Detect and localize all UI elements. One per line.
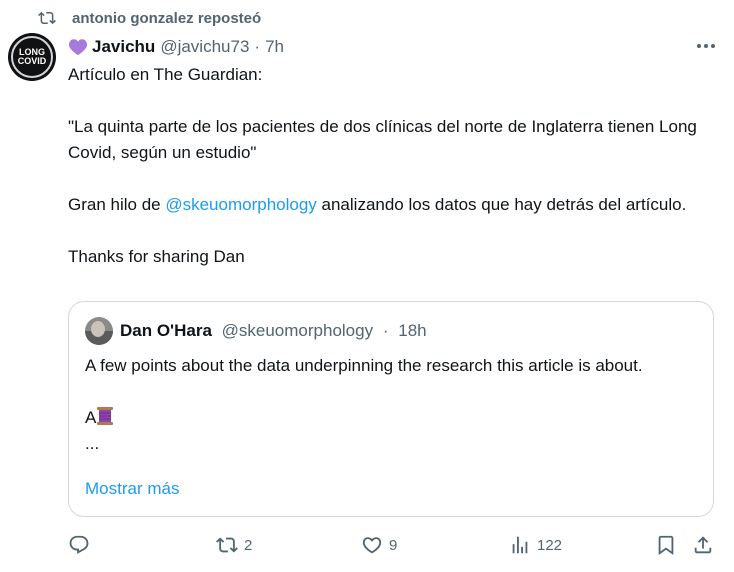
like-count: 9 [389, 536, 398, 554]
share-button[interactable] [692, 534, 714, 556]
repost-label[interactable]: antonio gonzalez reposteó [72, 10, 261, 27]
tweet-line-4: Thanks for sharing Dan [68, 247, 245, 266]
tweet-line-2: "La quinta parte de los pacientes de dos… [68, 117, 697, 162]
bookmark-icon [658, 535, 674, 556]
more-options-icon[interactable] [694, 38, 718, 54]
quoted-line-2-prefix: A [85, 408, 97, 427]
quoted-line-2: A [85, 405, 685, 431]
quoted-body: A few points about the data underpinning… [85, 353, 685, 457]
tweet-body: Artículo en The Guardian: "La quinta par… [68, 62, 708, 270]
tweet-timestamp[interactable]: 7h [265, 37, 284, 57]
thread-spool-icon [97, 407, 114, 425]
show-more-link[interactable]: Mostrar más [85, 479, 179, 499]
tweet-line-3-after: analizando los datos que hay detrás del … [316, 195, 687, 214]
views-button[interactable]: 122 [509, 534, 562, 556]
repost-action-icon [216, 537, 238, 553]
quoted-tweet[interactable]: Dan O'Hara @skeuomorphology · 18h A few … [68, 301, 714, 517]
quoted-header: Dan O'Hara @skeuomorphology · 18h [120, 321, 427, 341]
quoted-line-1: A few points about the data underpinning… [85, 356, 643, 375]
repost-count: 2 [244, 536, 253, 554]
repost-button[interactable]: 2 [216, 534, 252, 556]
repost-indicator: antonio gonzalez reposteó [0, 0, 734, 36]
purple-heart-icon [68, 39, 88, 56]
mention-link[interactable]: @skeuomorphology [165, 195, 316, 214]
reply-button[interactable] [68, 534, 96, 556]
action-bar: 2 9 122 [0, 530, 734, 564]
quoted-author-name[interactable]: Dan O'Hara [120, 321, 212, 340]
quoted-author-handle[interactable]: @skeuomorphology [222, 321, 373, 340]
quoted-separator-dot: · [382, 321, 389, 340]
heart-icon [362, 537, 382, 554]
quoted-line-3: ... [85, 434, 100, 453]
views-count: 122 [537, 536, 563, 554]
author-handle[interactable]: @javichu73 [160, 37, 249, 57]
repost-icon [38, 11, 56, 25]
separator-dot: · [254, 37, 261, 56]
tweet-line-1: Artículo en The Guardian: [68, 65, 263, 84]
quoted-timestamp[interactable]: 18h [398, 321, 426, 340]
bookmark-button[interactable] [655, 534, 677, 556]
author-name[interactable]: Javichu [92, 37, 155, 57]
tweet-line-3-before: Gran hilo de [68, 195, 166, 214]
quoted-avatar[interactable] [85, 317, 113, 345]
tweet-line-3: Gran hilo de @skeuomorphology analizando… [68, 192, 708, 218]
tweet-header: Javichu @javichu73 · 7h [68, 36, 284, 58]
views-chart-icon [512, 536, 528, 554]
avatar[interactable]: LONG COVID [8, 33, 56, 81]
like-button[interactable]: 9 [361, 534, 397, 556]
avatar-text-covid: COVID [17, 56, 47, 66]
share-icon [694, 536, 712, 554]
reply-icon [69, 535, 89, 554]
